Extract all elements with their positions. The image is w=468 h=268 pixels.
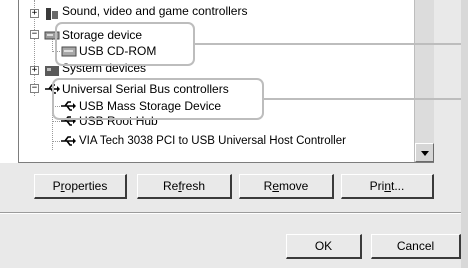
scroll-down-arrow-icon[interactable] (415, 143, 434, 162)
callout-pointer-line (194, 43, 462, 45)
tree-item-sound-video-game[interactable]: + Sound, video and game controllers (0, 4, 400, 23)
ok-button[interactable]: OK (286, 234, 362, 259)
speaker-icon (46, 8, 58, 20)
tree-item-label: Sound, video and game controllers (62, 4, 248, 18)
callout-storage-device (55, 22, 195, 66)
callout-usb-mass-storage (52, 78, 264, 120)
vertical-scrollbar[interactable] (414, 0, 434, 162)
expand-plus-icon[interactable]: + (30, 66, 39, 75)
properties-button[interactable]: Properties (34, 174, 127, 199)
cancel-button[interactable]: Cancel (371, 234, 461, 259)
window-edge (461, 0, 468, 268)
print-button[interactable]: Print... (341, 174, 434, 199)
remove-button[interactable]: Remove (239, 174, 334, 199)
callout-pointer-line (263, 98, 462, 100)
tree-connector (52, 121, 60, 122)
tree-connector (52, 141, 60, 142)
usb-icon (61, 136, 76, 146)
refresh-button[interactable]: Refresh (137, 174, 232, 199)
collapse-minus-icon[interactable]: − (30, 84, 39, 93)
tree-item-via-tech-host-controller[interactable]: VIA Tech 3038 PCI to USB Universal Host … (0, 132, 410, 150)
expand-plus-icon[interactable]: + (30, 9, 39, 18)
group-separator (0, 213, 468, 214)
collapse-minus-icon[interactable]: − (30, 30, 39, 39)
tree-item-label: VIA Tech 3038 PCI to USB Universal Host … (79, 135, 346, 147)
computer-board-icon (45, 66, 59, 76)
